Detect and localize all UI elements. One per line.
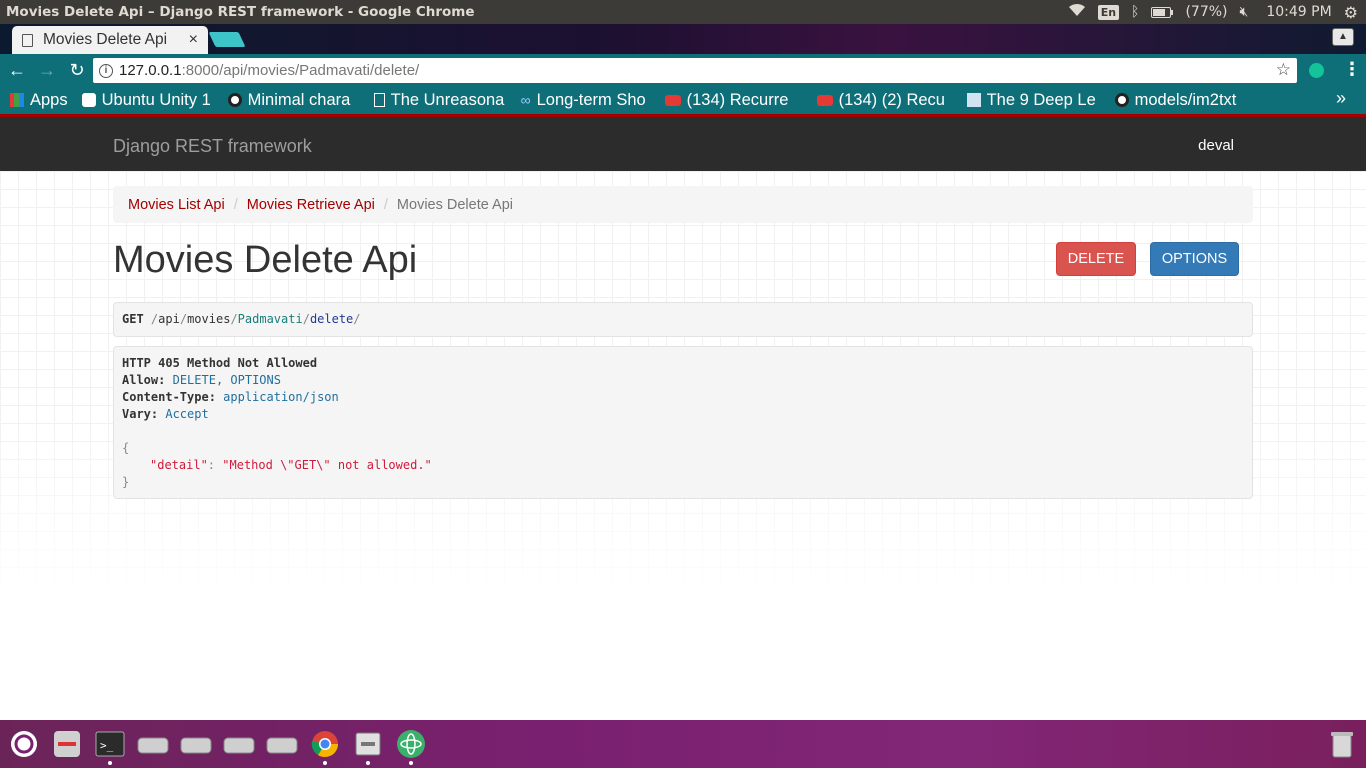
request-info: GET /api/movies/Padmavati/delete/ [113, 302, 1253, 337]
drf-brand-link[interactable]: Django REST framework [113, 136, 312, 157]
atom-editor-icon[interactable] [393, 727, 429, 765]
bluetooth-icon[interactable]: ᛒ [1131, 4, 1139, 20]
profile-icon[interactable]: ▲ [1332, 28, 1354, 46]
clock[interactable]: 10:49 PM [1266, 4, 1331, 20]
bookmark-recurrent-2[interactable]: (134) (2) Recu [816, 91, 953, 110]
breadcrumb-movies-retrieve[interactable]: Movies Retrieve Api [247, 197, 375, 213]
youtube-icon [664, 94, 681, 106]
cu-icon [81, 93, 96, 107]
bookmark-apps[interactable]: Apps [10, 91, 68, 110]
os-top-panel: Movies Delete Api – Django REST framewor… [0, 0, 1366, 24]
bookmark-recurrent-1[interactable]: (134) Recurre [664, 91, 803, 110]
breadcrumb-separator: / [383, 196, 388, 213]
response-status: HTTP 405 Method Not Allowed [122, 356, 318, 370]
github-icon [227, 93, 242, 107]
system-settings-icon[interactable] [49, 727, 85, 761]
battery-percentage: (77%) [1185, 4, 1228, 20]
drf-navbar: Django REST framework deval [0, 117, 1366, 171]
page-content: Movies List Api / Movies Retrieve Api / … [0, 171, 1366, 721]
browser-toolbar: ← → ↻ i 127.0.0.1 :8000/api/movies/Padma… [0, 54, 1366, 86]
youtube-icon [816, 94, 833, 106]
bookmark-9-deep-le[interactable]: The 9 Deep Le [966, 91, 1101, 110]
json-detail-line: "detail": "Method \"GET\" not allowed." [150, 458, 432, 472]
unity-launcher: >_ [0, 720, 1366, 768]
volume-muted-icon[interactable]: 🔇︎ [1240, 4, 1249, 20]
breadcrumb-movies-list[interactable]: Movies List Api [128, 197, 225, 213]
running-indicator [323, 761, 327, 765]
back-arrow-icon[interactable]: ← [4, 60, 30, 81]
keyboard-layout-indicator[interactable]: En [1097, 4, 1120, 20]
breadcrumb-separator: / [233, 196, 238, 213]
apps-grid-icon [10, 93, 24, 107]
window-title: Movies Delete Api – Django REST framewor… [6, 4, 475, 20]
response-header-vary: Vary: Accept [122, 407, 209, 421]
battery-icon[interactable] [1151, 6, 1174, 18]
file-manager-icon[interactable] [350, 727, 386, 765]
request-path: /api/movies/Padmavati/delete/ [150, 312, 361, 326]
chrome-icon[interactable] [307, 727, 343, 765]
bookmark-star-icon[interactable]: ☆ [1276, 60, 1291, 80]
tab-active[interactable]: Movies Delete Api × [12, 26, 208, 54]
options-button[interactable]: OPTIONS [1150, 242, 1239, 276]
trash-icon[interactable] [1324, 727, 1360, 761]
drive-icon-1[interactable] [135, 727, 171, 761]
running-indicator [409, 761, 413, 765]
drive-icon-3[interactable] [221, 727, 257, 761]
settings-gear-icon[interactable]: ⚙ [1344, 3, 1358, 22]
running-indicator [366, 761, 370, 765]
tab-strip: Movies Delete Api × ▲ [0, 24, 1366, 54]
page-title: Movies Delete Api [113, 239, 418, 281]
wifi-icon[interactable] [1068, 3, 1086, 21]
reload-icon[interactable]: ↻ [64, 60, 90, 81]
document-icon [373, 93, 385, 107]
page-icon [22, 33, 33, 47]
bookmark-long-term[interactable]: ∞ Long-term Sho [521, 91, 651, 110]
delete-button[interactable]: DELETE [1056, 242, 1136, 276]
link-icon: ∞ [520, 92, 531, 108]
ubuntu-dash-icon[interactable] [6, 727, 42, 761]
drive-icon-4[interactable] [264, 727, 300, 761]
response-header-allow: Allow: DELETE, OPTIONS [122, 373, 281, 387]
close-tab-icon[interactable]: × [189, 31, 198, 49]
bookmark-minimal-chara[interactable]: Minimal chara [227, 91, 360, 110]
user-menu[interactable]: deval [1198, 137, 1234, 154]
bookmarks-bar: Apps Ubuntu Unity 1 Minimal chara The Un… [0, 86, 1366, 114]
bookmark-the-unreasona[interactable]: The Unreasona [373, 91, 507, 110]
tab-title: Movies Delete Api [43, 31, 168, 48]
url-host: 127.0.0.1 [119, 62, 182, 79]
more-bookmarks-chevron-icon[interactable]: » [1336, 88, 1346, 109]
response-header-content-type: Content-Type: application/json [122, 390, 339, 404]
svg-text:>_: >_ [100, 739, 114, 752]
image-icon [966, 93, 981, 107]
system-indicators: En ᛒ (77%) 🔇︎ 10:49 PM ⚙ [1068, 3, 1366, 22]
bookmark-models-im2txt[interactable]: models/im2txt [1114, 91, 1253, 110]
github-icon [1114, 93, 1129, 107]
response-info: HTTP 405 Method Not Allowed Allow: DELET… [113, 346, 1253, 499]
breadcrumb: Movies List Api / Movies Retrieve Api / … [113, 186, 1253, 223]
json-open-brace: { [122, 441, 130, 455]
forward-arrow-icon[interactable]: → [34, 60, 60, 81]
terminal-icon[interactable]: >_ [92, 727, 128, 765]
grammarly-extension-icon[interactable] [1309, 63, 1324, 78]
new-tab-button[interactable] [208, 32, 246, 47]
url-path: :8000/api/movies/Padmavati/delete/ [181, 62, 420, 79]
bookmark-ubuntu-unity[interactable]: Ubuntu Unity 1 [81, 91, 214, 110]
address-bar[interactable]: i 127.0.0.1 :8000/api/movies/Padmavati/d… [93, 58, 1297, 83]
breadcrumb-current: Movies Delete Api [396, 196, 513, 213]
chrome-menu-icon[interactable]: ⋮ [1343, 59, 1361, 80]
site-info-icon[interactable]: i [99, 63, 113, 78]
running-indicator [108, 761, 112, 765]
drive-icon-2[interactable] [178, 727, 214, 761]
json-close-brace: } [122, 475, 130, 489]
request-method: GET [122, 312, 144, 326]
